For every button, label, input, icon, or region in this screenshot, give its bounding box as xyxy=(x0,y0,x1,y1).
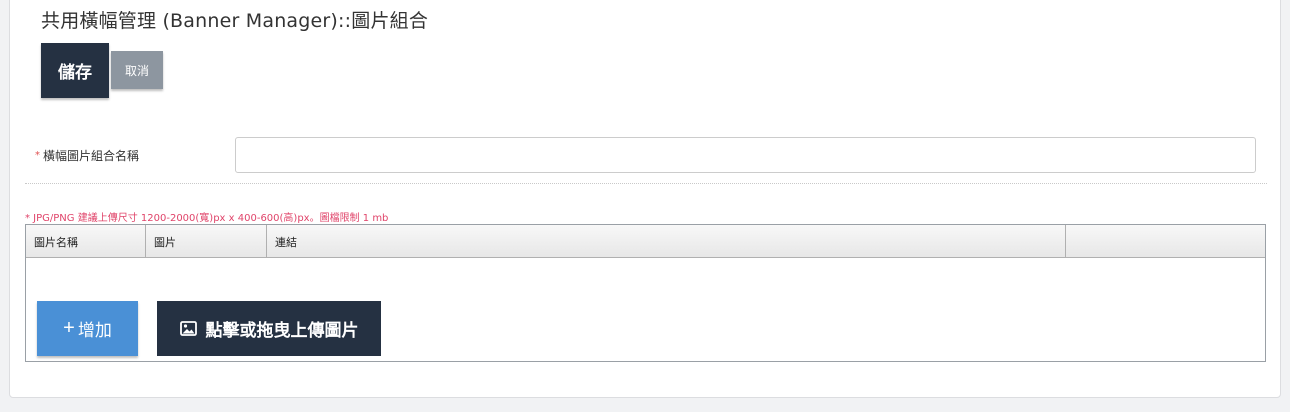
image-grid: 圖片名稱 圖片 連結 + 增加 點擊或拖曳上傳圖片 xyxy=(25,224,1266,362)
page-title: 共用橫幅管理 (Banner Manager)::圖片組合 xyxy=(41,10,429,32)
column-header-link[interactable]: 連結 xyxy=(267,225,1066,258)
cancel-button[interactable]: 取消 xyxy=(111,51,163,89)
upload-button-label: 點擊或拖曳上傳圖片 xyxy=(205,321,359,340)
banner-name-input[interactable] xyxy=(235,137,1256,173)
upload-image-button[interactable]: 點擊或拖曳上傳圖片 xyxy=(157,301,381,356)
save-button[interactable]: 儲存 xyxy=(41,43,109,98)
image-icon xyxy=(179,321,197,336)
column-header-actions xyxy=(1066,225,1265,258)
column-header-image-name[interactable]: 圖片名稱 xyxy=(26,225,146,258)
upload-hint: * JPG/PNG 建議上傳尺寸 1200-2000(寬)px x 400-60… xyxy=(25,213,389,224)
plus-icon: + xyxy=(63,317,75,339)
add-button[interactable]: + 增加 xyxy=(37,301,138,356)
add-button-label: 增加 xyxy=(77,321,112,340)
banner-name-label-text: 橫幅圖片組合名稱 xyxy=(43,149,140,163)
divider xyxy=(25,183,1267,184)
banner-name-label: * 橫幅圖片組合名稱 xyxy=(35,147,139,164)
grid-header: 圖片名稱 圖片 連結 xyxy=(26,225,1265,258)
column-header-image[interactable]: 圖片 xyxy=(146,225,267,258)
required-mark: * xyxy=(35,150,40,161)
